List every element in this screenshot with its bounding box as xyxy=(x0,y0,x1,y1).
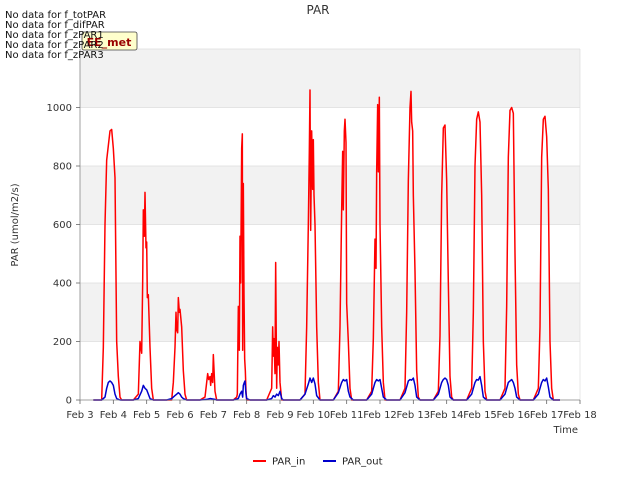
y-tick-label: 800 xyxy=(53,162,72,173)
y-axis-ticks: 0 200 400 600 800 1000 xyxy=(47,103,80,407)
x-tick-label: Feb 17 xyxy=(530,410,564,421)
background-band xyxy=(80,49,580,108)
y-tick-label: 600 xyxy=(53,220,72,231)
x-tick-label: Feb 16 xyxy=(497,410,531,421)
par-chart: Feb 3 Feb 4 Feb 5 Feb 6 Feb 7 Feb 8 Feb 9 Feb 1… xyxy=(5,3,597,468)
chart-figure: Feb 3 Feb 4 Feb 5 Feb 6 Feb 7 Feb 8 Feb 9 Feb 1… xyxy=(0,0,640,480)
x-tick-label: Feb 12 xyxy=(363,410,397,421)
x-tick-label: Feb 5 xyxy=(133,410,160,421)
background-band xyxy=(80,107,580,166)
x-tick-label: Feb 18 xyxy=(563,410,597,421)
x-tick-label: Feb 10 xyxy=(297,410,331,421)
x-tick-label: Feb 14 xyxy=(430,410,464,421)
background-band xyxy=(80,166,580,225)
x-tick-label: Feb 13 xyxy=(397,410,431,421)
x-tick-label: Feb 8 xyxy=(233,410,260,421)
x-axis-ticks: Feb 3 Feb 4 Feb 5 Feb 6 Feb 7 Feb 8 Feb 9 Feb 1… xyxy=(66,400,597,421)
legend: PAR_in PAR_out xyxy=(253,457,383,468)
no-data-messages: No data for f_totPARNo data for f_difPAR… xyxy=(5,10,106,61)
y-tick-label: 400 xyxy=(53,279,72,290)
x-tick-label: Feb 6 xyxy=(166,410,193,421)
x-tick-label: Feb 11 xyxy=(330,410,364,421)
legend-label-par-out: PAR_out xyxy=(342,457,383,468)
no-data-message: No data for f_zPAR3 xyxy=(5,50,104,61)
x-tick-label: Feb 7 xyxy=(200,410,227,421)
legend-label-par-in: PAR_in xyxy=(272,457,305,468)
x-tick-label: Feb 4 xyxy=(100,410,127,421)
y-axis-label: PAR (umol/m2/s) xyxy=(10,183,21,266)
x-tick-label: Feb 3 xyxy=(66,410,93,421)
x-tick-label: Feb 15 xyxy=(463,410,497,421)
chart-title: PAR xyxy=(306,3,329,17)
x-axis-label: Time xyxy=(553,425,578,436)
background-band xyxy=(80,224,580,283)
background-band xyxy=(80,283,580,342)
y-tick-label: 1000 xyxy=(47,103,72,114)
x-tick-label: Feb 9 xyxy=(266,410,293,421)
y-tick-label: 0 xyxy=(66,396,72,407)
y-tick-label: 200 xyxy=(53,337,72,348)
